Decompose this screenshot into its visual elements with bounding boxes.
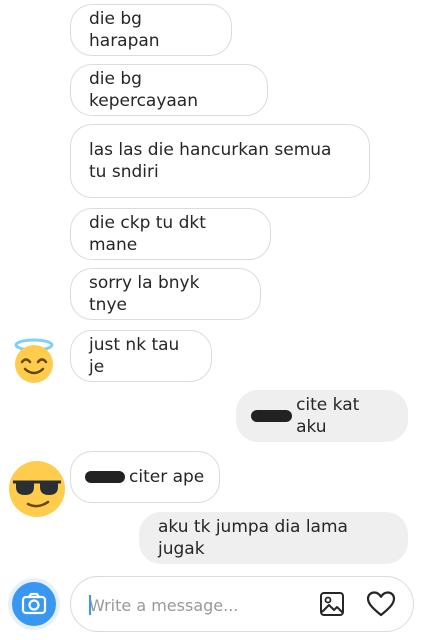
message-composer xyxy=(70,576,414,632)
redacted-name xyxy=(85,471,125,483)
message-input[interactable] xyxy=(89,594,299,616)
camera-icon xyxy=(21,592,47,615)
message-bubble-outgoing[interactable]: aku tk jumpa dia lama jugak xyxy=(139,512,408,564)
heart-icon xyxy=(366,591,396,617)
message-bubble-incoming[interactable]: die ckp tu dkt mane xyxy=(70,208,271,260)
angel-emoji-avatar[interactable] xyxy=(10,336,58,384)
message-text: citer ape xyxy=(129,467,205,487)
message-bubble-incoming[interactable]: just nk tau je xyxy=(70,330,212,382)
message-bubble-incoming[interactable]: sorry la bnyk tnye xyxy=(70,268,261,320)
message-text: sorry la bnyk tnye xyxy=(89,273,200,315)
camera-button[interactable] xyxy=(8,578,60,630)
message-bubble-incoming[interactable]: las las die hancurkan semua tu sndiri xyxy=(70,124,370,198)
message-text: aku tk jumpa dia lama jugak xyxy=(158,517,348,559)
message-text: just nk tau je xyxy=(89,335,180,377)
gallery-button[interactable] xyxy=(319,591,345,617)
image-icon xyxy=(320,592,344,616)
message-text: die ckp tu dkt mane xyxy=(89,213,206,255)
redacted-name xyxy=(251,410,293,422)
angel-emoji-icon xyxy=(14,338,54,383)
message-text: die bg kepercayaan xyxy=(89,69,198,111)
message-bubble-incoming[interactable]: citer ape xyxy=(70,451,220,503)
message-text: las las die hancurkan semua tu sndiri xyxy=(89,140,332,182)
sunglasses-emoji-icon xyxy=(9,461,65,517)
message-bubble-incoming[interactable]: die bg harapan xyxy=(70,4,232,56)
text-caret xyxy=(89,595,91,615)
message-text: cite kat aku xyxy=(296,395,360,437)
message-bubble-outgoing[interactable]: cite kat aku xyxy=(236,390,408,442)
like-button[interactable] xyxy=(366,590,396,618)
sunglasses-emoji-avatar[interactable] xyxy=(8,460,66,518)
message-text: die bg harapan xyxy=(89,9,160,51)
message-bubble-incoming[interactable]: die bg kepercayaan xyxy=(70,64,268,116)
